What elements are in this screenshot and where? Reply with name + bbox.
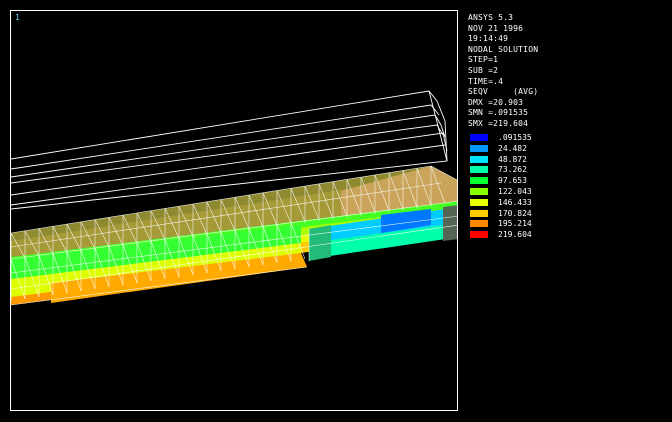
legend-value: 48.872 bbox=[498, 154, 527, 164]
legend-entry: 122.043 bbox=[468, 187, 668, 198]
teal-edge bbox=[309, 225, 331, 261]
end-strip bbox=[443, 205, 457, 241]
legend-entry: 73.262 bbox=[468, 165, 668, 176]
legend-swatch bbox=[470, 166, 488, 174]
legend-entry: 48.872 bbox=[468, 155, 668, 166]
info-line: NODAL SOLUTION bbox=[468, 44, 539, 54]
legend-swatch bbox=[470, 177, 488, 185]
legend-value: 97.653 bbox=[498, 176, 527, 186]
legend-swatch bbox=[470, 134, 488, 141]
info-line: SMN =.091535 bbox=[468, 108, 529, 118]
legend-swatch bbox=[470, 198, 488, 206]
legend-value: 122.043 bbox=[498, 186, 532, 196]
outline-edge bbox=[11, 104, 440, 170]
legend-swatch bbox=[470, 209, 488, 217]
deformed-shape bbox=[11, 166, 457, 305]
plot-info-panel: ANSYS 5.3 NOV 21 1996 19:14:49 NODAL SOLUTI… bbox=[468, 13, 668, 130]
info-line: ANSYS 5.3 bbox=[468, 13, 514, 22]
legend-value: 195.214 bbox=[498, 219, 532, 229]
info-line: 19:14:49 bbox=[468, 34, 509, 44]
info-line: DMX =20.903 bbox=[468, 97, 524, 107]
legend-value: 73.262 bbox=[498, 165, 527, 175]
legend-entry: 97.653 bbox=[468, 176, 668, 187]
legend-swatch bbox=[470, 231, 488, 239]
legend-entry: 146.433 bbox=[468, 198, 668, 209]
legend-swatch bbox=[470, 220, 488, 228]
legend-entry: .091535 bbox=[468, 133, 668, 144]
graphics-viewport[interactable]: 1 bbox=[10, 10, 458, 411]
legend-value: .091535 bbox=[498, 133, 532, 142]
info-line: TIME=.4 bbox=[468, 76, 504, 86]
info-line: SMX =219.604 bbox=[468, 118, 529, 128]
legend-swatch bbox=[470, 187, 488, 195]
legend-swatch bbox=[470, 144, 488, 152]
legend-value: 24.482 bbox=[498, 143, 527, 153]
info-line: SEQV (AVG) bbox=[468, 87, 539, 97]
info-line: SUB =2 bbox=[468, 65, 499, 75]
info-line: NOV 21 1996 bbox=[468, 23, 524, 33]
legend-value: 219.604 bbox=[498, 230, 532, 240]
legend-value: 146.433 bbox=[498, 197, 532, 207]
legend-entry: 170.824 bbox=[468, 209, 668, 220]
contour-legend: .091535 24.482 48.872 73.262 97.653 122.043 14… bbox=[468, 133, 668, 241]
legend-entry: 195.214 bbox=[468, 219, 668, 230]
legend-entry: 219.604 bbox=[468, 230, 668, 241]
outline-edge bbox=[11, 114, 446, 178]
legend-swatch bbox=[470, 155, 488, 163]
info-line: STEP=1 bbox=[468, 55, 499, 65]
legend-entry: 24.482 bbox=[468, 144, 668, 155]
legend-value: 170.824 bbox=[498, 208, 532, 218]
contour-plot bbox=[11, 90, 457, 306]
